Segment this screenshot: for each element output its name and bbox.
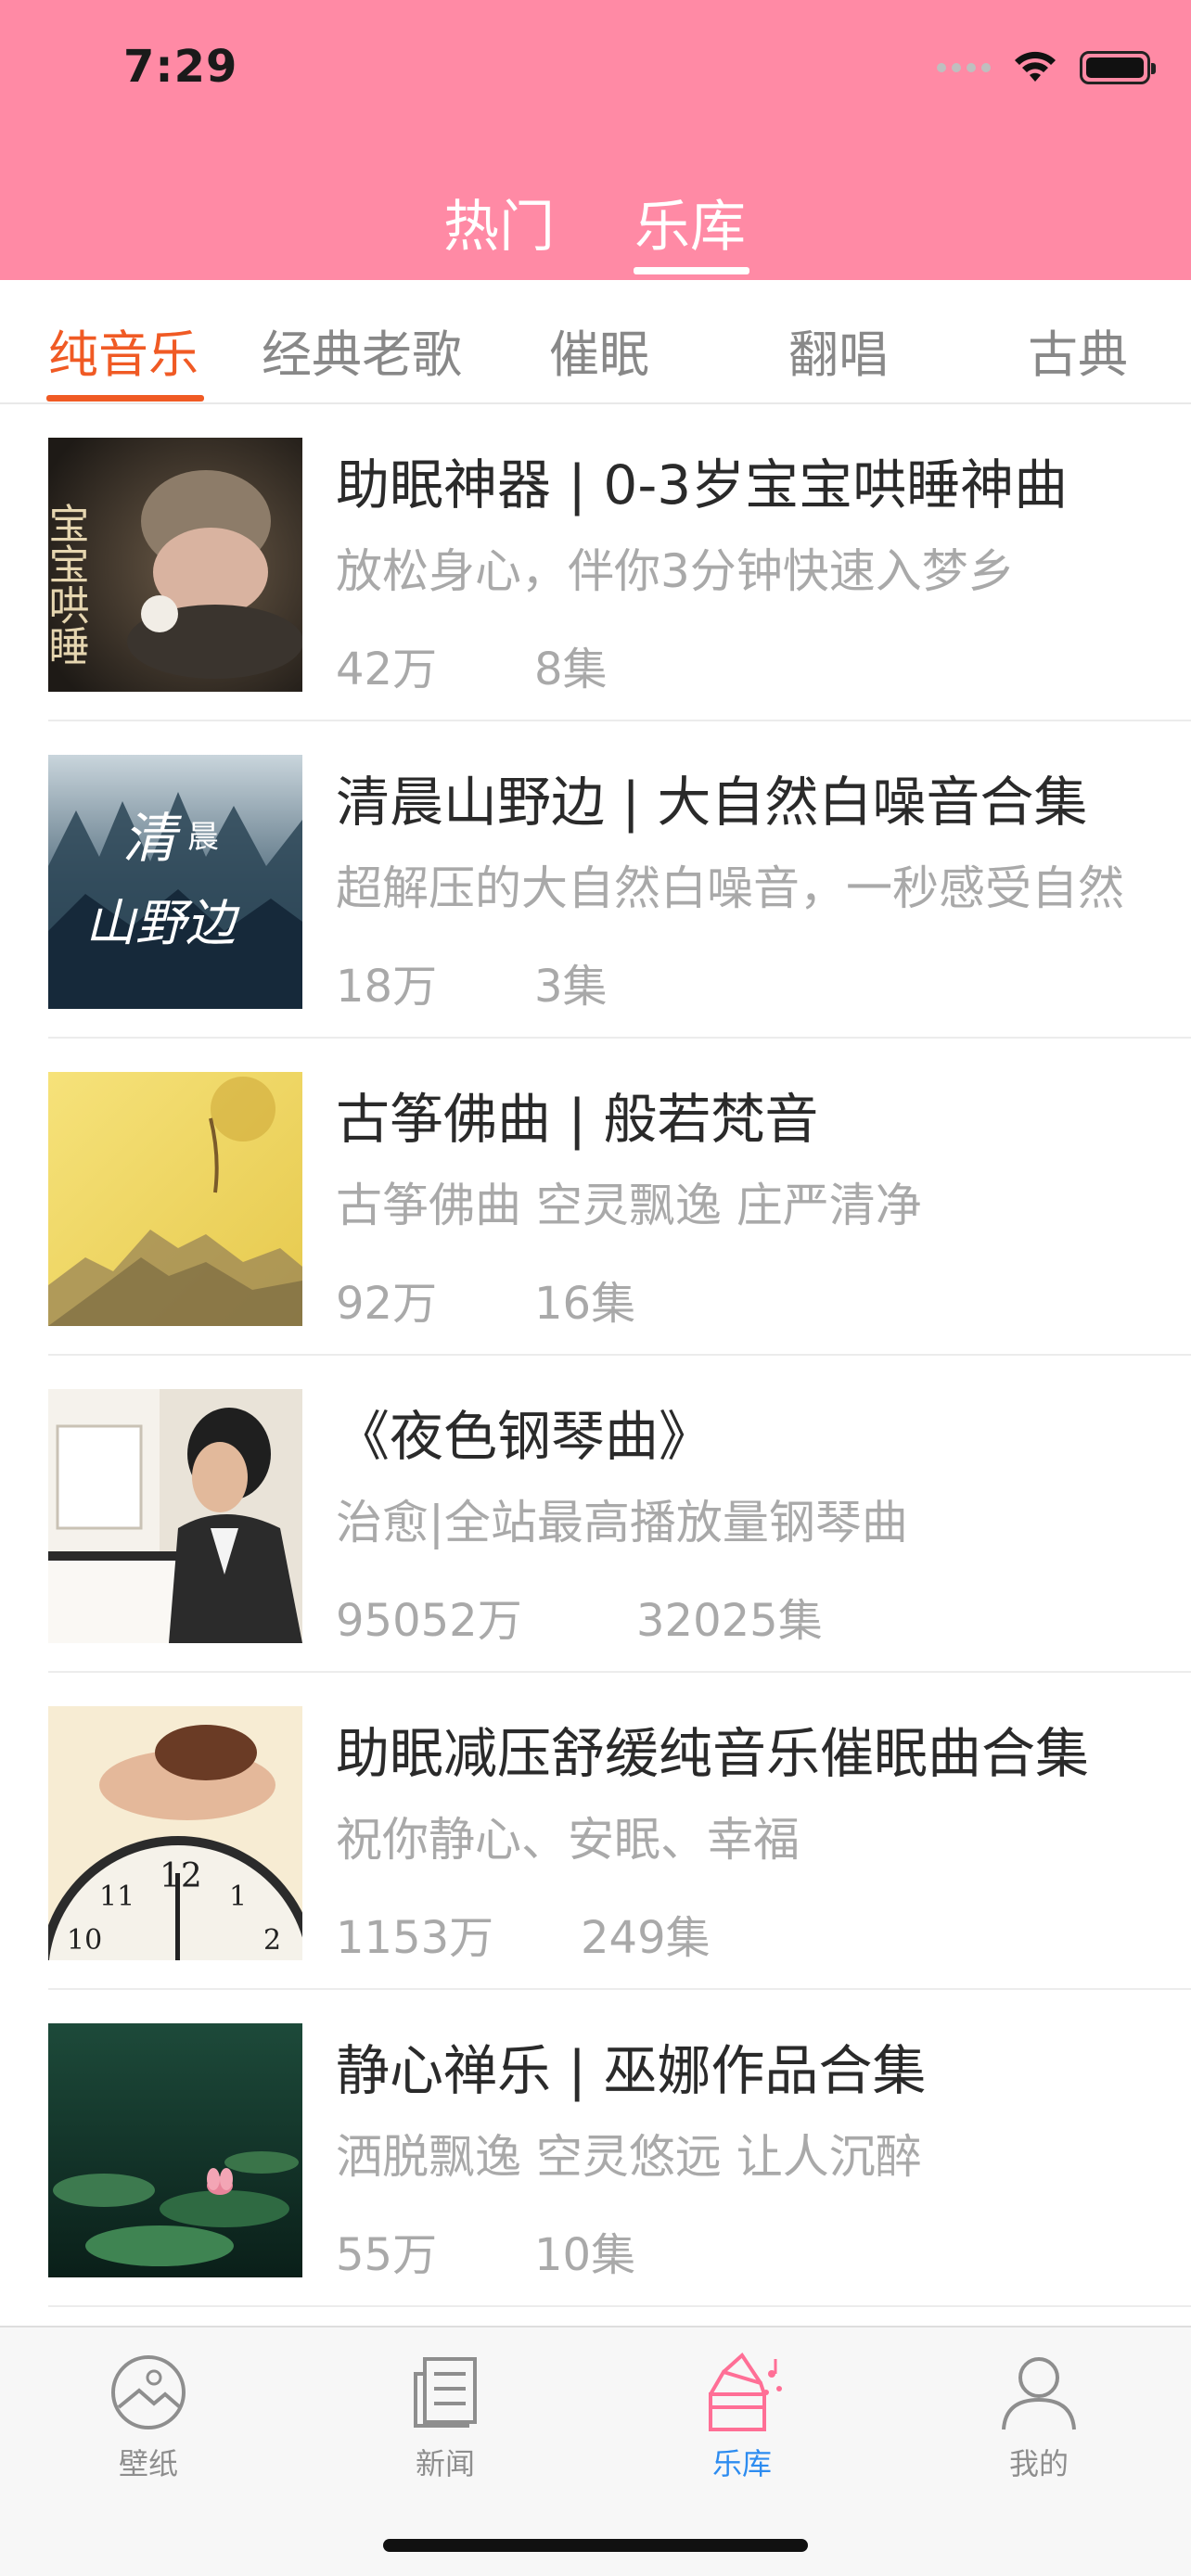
bottom-tab-wallpaper[interactable]: 壁纸 — [56, 2346, 241, 2483]
album-cover: 12 11 1 10 2 — [48, 1706, 302, 1960]
svg-text:山野边: 山野边 — [85, 894, 240, 952]
category-tab-bar: 纯音乐 经典老歌 催眠 翻唱 古典 — [0, 280, 1191, 404]
tab-label: 乐库 — [711, 2446, 772, 2481]
episode-count: 10集 — [534, 2229, 636, 2281]
svg-text:11: 11 — [99, 1881, 134, 1913]
news-icon — [414, 2357, 477, 2428]
status-time: 7:29 — [123, 41, 238, 93]
play-count: 42万 — [336, 644, 438, 695]
top-tab-bar: 热门 乐库 — [0, 182, 1191, 280]
bottom-tab-profile[interactable]: 我的 — [946, 2346, 1132, 2483]
album-title: 静心禅乐 | 巫娜作品合集 — [336, 2039, 927, 2102]
top-tab-indicator — [634, 267, 749, 274]
tab-label: 壁纸 — [118, 2446, 178, 2481]
album-cover — [48, 1389, 302, 1643]
episode-count: 16集 — [534, 1278, 636, 1330]
album-cover — [48, 2023, 302, 2277]
category-tab-classical[interactable]: 古典 — [1028, 313, 1128, 387]
tab-hot[interactable]: 热门 — [443, 182, 555, 262]
home-indicator[interactable] — [383, 2539, 808, 2552]
category-tab-pure-music[interactable]: 纯音乐 — [48, 313, 198, 387]
album-cover: 清 晨 山野边 — [48, 755, 302, 1009]
status-icons — [937, 50, 1156, 85]
profile-icon — [1002, 2357, 1076, 2430]
album-meta: 95052万 32025集 — [336, 1584, 823, 1649]
bottom-tab-news[interactable]: 新闻 — [352, 2346, 538, 2483]
divider — [48, 2305, 1191, 2307]
album-meta: 55万 10集 — [336, 2218, 635, 2283]
album-title: 《夜色钢琴曲》 — [336, 1405, 713, 1468]
album-title: 助眠减压舒缓纯音乐催眠曲合集 — [336, 1722, 1090, 1785]
album-list-item[interactable]: 宝宝哄睡 助眠神器 | 0-3岁宝宝哄睡神曲 放松身心，伴你3分钟快速入梦乡 4… — [0, 404, 1191, 721]
album-subtitle: 祝你静心、安眠、幸福 — [336, 1813, 800, 1867]
album-title: 古筝佛曲 | 般若梵音 — [336, 1088, 819, 1151]
bottom-tab-music-library[interactable]: 乐库 — [649, 2346, 835, 2483]
battery-icon — [1080, 51, 1156, 84]
episode-count: 8集 — [534, 644, 608, 695]
episode-count: 249集 — [581, 1912, 711, 1964]
play-count: 1153万 — [336, 1912, 494, 1964]
album-list-item[interactable]: 12 11 1 10 2 助眠减压舒缓纯音乐催眠曲合集 祝你静心、安眠、幸福 1… — [0, 1673, 1191, 1990]
album-list-item[interactable]: 古筝佛曲 | 般若梵音 古筝佛曲 空灵飘逸 庄严清净 92万 16集 — [0, 1039, 1191, 1356]
album-meta: 18万 3集 — [336, 950, 608, 1014]
svg-text:晨: 晨 — [187, 819, 219, 856]
play-count: 92万 — [336, 1278, 438, 1330]
category-tab-hypnosis[interactable]: 催眠 — [549, 313, 649, 387]
album-subtitle: 超解压的大自然白噪音，一秒感受自然 — [336, 861, 1124, 915]
album-title: 清晨山野边 | 大自然白噪音合集 — [336, 771, 1088, 834]
play-count: 95052万 — [336, 1595, 522, 1647]
album-cover: 宝宝哄睡 — [48, 438, 302, 692]
tab-label: 我的 — [1008, 2446, 1069, 2481]
header-bar: 7:29 热门 乐库 — [0, 0, 1191, 280]
category-tab-covers[interactable]: 翻唱 — [788, 313, 889, 387]
music-library-icon — [709, 2352, 782, 2431]
tab-label: 新闻 — [415, 2446, 475, 2481]
album-list-item[interactable]: 清 晨 山野边 清晨山野边 | 大自然白噪音合集 超解压的大自然白噪音，一秒感受… — [0, 721, 1191, 1039]
album-subtitle: 放松身心，伴你3分钟快速入梦乡 — [336, 544, 1015, 598]
svg-text:2: 2 — [263, 1924, 281, 1957]
cellular-signal-icon — [937, 63, 991, 72]
album-cover — [48, 1072, 302, 1326]
album-subtitle: 洒脱飘逸 空灵悠远 让人沉醉 — [336, 2130, 922, 2184]
category-tab-indicator — [46, 395, 204, 402]
album-meta: 1153万 249集 — [336, 1901, 711, 1966]
play-count: 18万 — [336, 961, 438, 1013]
episode-count: 32025集 — [636, 1595, 823, 1647]
wallpaper-icon — [111, 2355, 186, 2429]
album-list-item[interactable]: 《夜色钢琴曲》 治愈|全站最高播放量钢琴曲 95052万 32025集 — [0, 1356, 1191, 1673]
album-meta: 92万 16集 — [336, 1267, 635, 1332]
album-subtitle: 治愈|全站最高播放量钢琴曲 — [336, 1496, 908, 1549]
category-tab-classic-oldies[interactable]: 经典老歌 — [262, 313, 462, 387]
tab-music-library[interactable]: 乐库 — [634, 182, 746, 262]
album-list-item[interactable]: 静心禅乐 | 巫娜作品合集 洒脱飘逸 空灵悠远 让人沉醉 55万 10集 — [0, 1990, 1191, 2307]
svg-text:1: 1 — [229, 1881, 247, 1913]
wifi-icon — [1015, 51, 1056, 82]
album-title: 助眠神器 | 0-3岁宝宝哄睡神曲 — [336, 453, 1069, 516]
svg-text:10: 10 — [67, 1924, 102, 1957]
album-meta: 42万 8集 — [336, 632, 608, 697]
svg-text:12: 12 — [160, 1857, 202, 1895]
album-subtitle: 古筝佛曲 空灵飘逸 庄严清净 — [336, 1179, 922, 1232]
svg-text:清: 清 — [122, 807, 183, 870]
svg-text:宝宝哄睡: 宝宝哄睡 — [48, 503, 89, 666]
play-count: 55万 — [336, 2229, 438, 2281]
episode-count: 3集 — [534, 961, 608, 1013]
